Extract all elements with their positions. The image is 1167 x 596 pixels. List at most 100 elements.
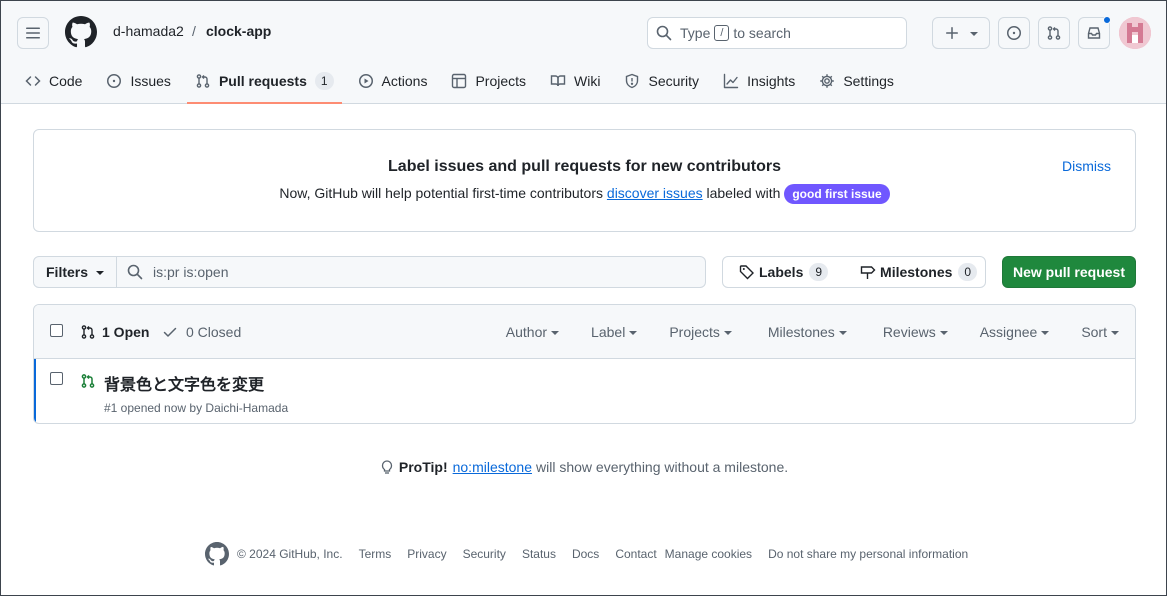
tab-settings[interactable]: Settings [811,65,902,97]
tab-issues[interactable]: Issues [98,65,178,97]
chevron-down-icon [96,271,105,275]
github-logo-icon[interactable] [65,16,97,48]
dismiss-button[interactable]: Dismiss [1062,158,1111,174]
search-icon [127,264,143,280]
labels-button[interactable]: Labels 9 [723,257,844,287]
footer-link-privacy[interactable]: Privacy [407,547,446,561]
gear-icon [820,74,835,88]
tab-insights[interactable]: Insights [715,65,803,97]
tab-label: Insights [747,73,796,89]
new-contributors-banner: Label issues and pull requests for new c… [33,129,1136,232]
issues-shortcut-button[interactable] [998,17,1030,49]
footer-link-contact[interactable]: Contact [615,547,656,561]
tab-label: Projects [475,73,527,89]
footer-link-status[interactable]: Status [522,547,556,561]
sort-dropdown[interactable]: Sort [1081,324,1119,340]
git-pull-request-icon [81,374,95,388]
footer-link-terms[interactable]: Terms [359,547,392,561]
pull-requests-shortcut-button[interactable] [1038,17,1070,49]
author-dropdown[interactable]: Author [506,324,560,340]
filters-label: Filters [46,264,89,280]
shield-icon [626,73,639,89]
footer-link-security[interactable]: Security [463,547,506,561]
hamburger-icon [26,27,40,39]
open-count: 1 Open [102,324,150,340]
tab-projects[interactable]: Projects [443,65,534,97]
dropdown-label: Label [591,324,626,340]
breadcrumb-owner[interactable]: d-hamada2 [113,23,184,39]
filter-search-input[interactable]: is:pr is:open [117,256,706,288]
breadcrumb-separator: / [192,23,196,39]
milestone-icon [860,266,876,279]
search-shortcut-key: / [714,25,730,41]
chevron-down-icon [838,331,847,335]
tag-icon [739,265,754,280]
dropdown-label: Projects [669,324,720,340]
book-icon [550,75,566,87]
filter-bar: Filters is:pr is:open [33,256,706,288]
milestones-dropdown[interactable]: Milestones [768,324,847,340]
list-item[interactable]: 背景色と文字色を変更 #1 opened now by Daichi-Hamad… [34,359,1135,423]
notification-dot [1103,16,1111,24]
tab-pull-requests[interactable]: Pull requests 1 [186,65,342,104]
tab-wiki[interactable]: Wiki [542,65,608,97]
avatar[interactable] [1119,17,1151,49]
code-icon [25,76,41,86]
menu-button[interactable] [17,17,49,49]
pull-requests-counter: 1 [314,72,334,90]
closed-filter[interactable]: 0 Closed [162,324,241,340]
milestones-button[interactable]: Milestones 0 [844,257,993,287]
pull-request-title[interactable]: 背景色と文字色を変更 [104,371,264,395]
protip-lead: ProTip! [398,459,448,475]
assignee-dropdown[interactable]: Assignee [980,324,1050,340]
footer-link-docs[interactable]: Docs [572,547,599,561]
search-suffix: to search [733,25,791,41]
tab-actions[interactable]: Actions [350,65,436,97]
search-input[interactable]: Type / to search [647,17,907,49]
tab-label: Settings [843,73,894,89]
milestones-label: Milestones [880,264,953,280]
tab-label: Pull requests [218,73,307,89]
pull-request-list: 1 Open 0 Closed Author Label Projects Mi… [33,304,1136,424]
chevron-down-icon [1041,331,1050,335]
discover-issues-link[interactable]: discover issues [607,185,703,201]
chevron-down-icon [629,331,638,335]
labels-milestones-group: Labels 9 Milestones 0 [722,256,986,288]
play-icon [358,74,373,88]
pull-request-meta: #1 opened now by Daichi-Hamada [104,401,289,415]
banner-body: Now, GitHub will help potential first-ti… [34,184,1135,204]
breadcrumb-repo[interactable]: clock-app [206,23,271,39]
dropdown-label: Reviews [882,324,936,340]
reviews-dropdown[interactable]: Reviews [883,324,948,340]
filters-button[interactable]: Filters [33,256,118,288]
table-icon [452,73,467,89]
search-icon [656,25,672,41]
footer-link-do-not-share[interactable]: Do not share my personal information [768,547,968,561]
tab-code[interactable]: Code [17,65,90,97]
tab-security[interactable]: Security [616,65,707,97]
select-all-checkbox[interactable] [50,324,63,337]
row-checkbox[interactable] [50,372,63,385]
label-dropdown[interactable]: Label [591,324,638,340]
banner-body-text: Now, GitHub will help potential first-ti… [279,185,604,201]
filter-query: is:pr is:open [153,264,229,280]
tab-label: Security [648,73,700,89]
git-pull-request-icon [196,74,210,88]
git-pull-request-icon [1047,26,1061,40]
git-pull-request-icon [81,325,95,339]
plus-icon [946,27,958,39]
light-bulb-icon [381,460,393,474]
issue-opened-icon [107,74,122,88]
footer-link-manage-cookies[interactable]: Manage cookies [665,547,752,561]
labels-counter: 9 [809,263,829,281]
banner-body-text-post: labeled with [706,185,781,201]
create-new-button[interactable] [932,17,990,49]
search-prefix: Type [680,25,711,41]
open-filter[interactable]: 1 Open [80,324,149,340]
inbox-icon [1087,27,1101,39]
protip: ProTip! no:milestone will show everythin… [1,459,1166,475]
milestones-counter: 0 [958,263,978,281]
new-pull-request-button[interactable]: New pull request [1002,256,1136,288]
projects-dropdown[interactable]: Projects [669,324,732,340]
no-milestone-link[interactable]: no:milestone [453,459,532,475]
